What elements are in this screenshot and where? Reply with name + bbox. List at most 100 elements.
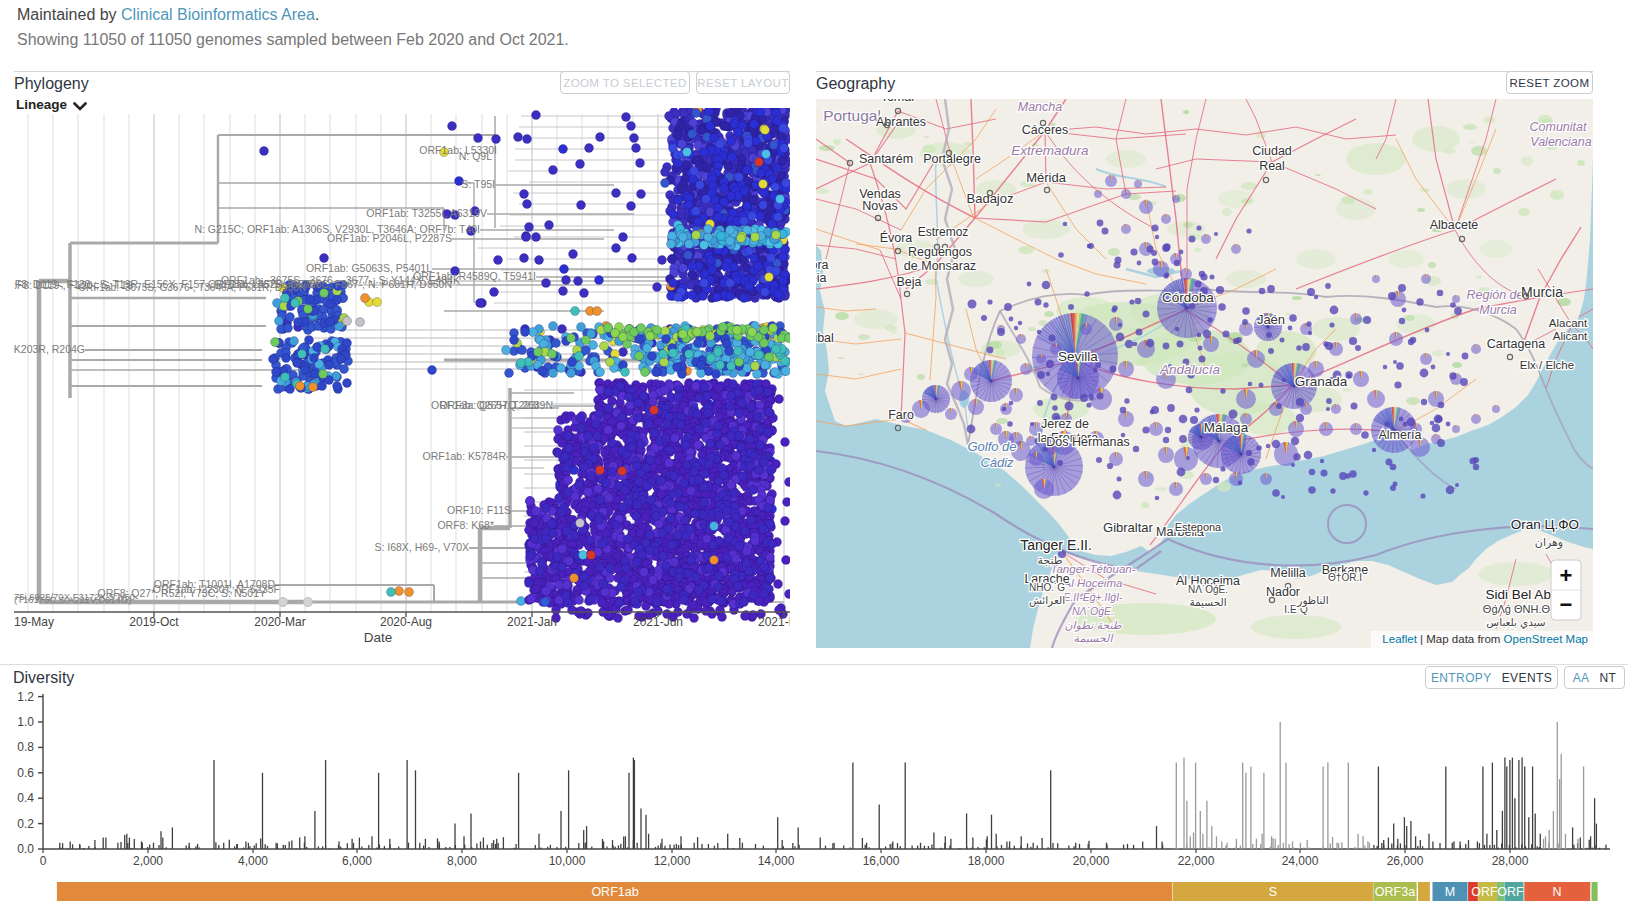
svg-text:Extremadura: Extremadura <box>1011 143 1089 158</box>
svg-text:Cádiz: Cádiz <box>980 455 1014 470</box>
svg-text:28,000: 28,000 <box>1492 854 1529 868</box>
svg-text:0.4: 0.4 <box>17 791 34 805</box>
svg-text:الحسيمة: الحسيمة <box>1074 632 1115 644</box>
svg-text:Murcia: Murcia <box>1479 303 1517 317</box>
svg-text:Córdoba: Córdoba <box>1162 290 1214 305</box>
svg-text:2020-Mar: 2020-Mar <box>254 615 305 629</box>
svg-text:ORF1ab: K5784R: ORF1ab: K5784R <box>423 450 507 462</box>
svg-text:Tanger Ε.ΙΙ.: Tanger Ε.ΙΙ. <box>1020 537 1092 553</box>
svg-text:Portalegre: Portalegre <box>923 152 981 166</box>
svg-text:1.0: 1.0 <box>17 715 34 729</box>
svg-text:الناظور: الناظور <box>1296 594 1328 607</box>
svg-text:Leaflet | Map data from OpenSt: Leaflet | Map data from OpenStreet Map <box>1382 633 1588 645</box>
svg-text:Θ†ΟR.Ι: Θ†ΟR.Ι <box>1328 572 1362 583</box>
svg-text:4,000: 4,000 <box>238 854 268 868</box>
svg-text:ubal: ubal <box>816 331 834 345</box>
svg-text:2020-Aug: 2020-Aug <box>380 615 432 629</box>
svg-text:Almería: Almería <box>1378 428 1421 442</box>
svg-text:Ciudad: Ciudad <box>1252 144 1292 158</box>
svg-text:Estremoz: Estremoz <box>918 225 969 239</box>
svg-text:Abrantes: Abrantes <box>876 115 926 129</box>
svg-text:Beja: Beja <box>896 275 921 289</box>
svg-text:Mancha: Mancha <box>1018 100 1063 114</box>
svg-text:S: I68X, H69-, V70X: S: I68X, H69-, V70X <box>374 541 469 553</box>
svg-text:Cartagena: Cartagena <box>1487 337 1545 351</box>
svg-text:0.8: 0.8 <box>17 740 34 754</box>
svg-text:Mérida: Mérida <box>1026 170 1067 185</box>
svg-text:2021-Jun: 2021-Jun <box>633 615 683 629</box>
svg-text:Real: Real <box>1259 159 1285 173</box>
svg-text:Comunitat: Comunitat <box>1530 120 1587 134</box>
svg-text:Dos Hermanas: Dos Hermanas <box>1046 435 1129 449</box>
svg-text:Badajoz: Badajoz <box>967 191 1014 206</box>
svg-text:Melilla: Melilla <box>1270 566 1305 580</box>
svg-text:ORF1ab: -3675S, G3676-, T3646A: ORF1ab: -3675S, G3676-, T3646A, P681R, D… <box>78 282 306 293</box>
svg-text:ΝΛ˙ΟǵΕ.: ΝΛ˙ΟǵΕ. <box>1072 605 1114 617</box>
svg-text:Valenciana: Valenciana <box>1530 135 1591 149</box>
svg-text:Faro: Faro <box>888 408 914 422</box>
svg-text:2021-Jan: 2021-Jan <box>507 615 557 629</box>
svg-text:طنجة: طنجة <box>1037 554 1062 566</box>
svg-text:S: T95I: S: T95I <box>461 178 495 190</box>
svg-text:0.2: 0.2 <box>17 817 34 831</box>
svg-text:24,000: 24,000 <box>1282 854 1319 868</box>
svg-text:Ε.ΙΙ-Εǵ+.ΙΙǵΙ-: Ε.ΙΙ-Εǵ+.ΙΙǵΙ- <box>1063 591 1123 603</box>
svg-text:nora: nora <box>816 258 829 272</box>
svg-text:Nador: Nador <box>1266 585 1300 599</box>
svg-text:12,000: 12,000 <box>654 854 691 868</box>
svg-text:16,000: 16,000 <box>863 854 900 868</box>
svg-text:2,000: 2,000 <box>133 854 163 868</box>
svg-text:ORF3a: ORF3a <box>1375 885 1415 899</box>
svg-text:Alicant: Alicant <box>1553 330 1588 342</box>
svg-text:Jaén: Jaén <box>1257 312 1285 327</box>
svg-text:Estepona: Estepona <box>1175 521 1222 533</box>
svg-text:Jerez de: Jerez de <box>1041 417 1089 431</box>
svg-text:Santarém: Santarém <box>859 152 913 166</box>
svg-text:de Monsaraz: de Monsaraz <box>904 259 976 273</box>
svg-text:+: + <box>1560 563 1573 588</box>
svg-text:18,000: 18,000 <box>968 854 1005 868</box>
svg-text:Granada: Granada <box>1295 374 1348 389</box>
svg-text:Gibraltar: Gibraltar <box>1103 520 1154 535</box>
svg-text:0: 0 <box>40 854 47 868</box>
svg-text:Región de: Región de <box>1467 288 1524 302</box>
svg-text:6,000: 6,000 <box>342 854 372 868</box>
svg-text:2019-Oct: 2019-Oct <box>129 615 179 629</box>
svg-text:22,000: 22,000 <box>1178 854 1215 868</box>
svg-text:19-May: 19-May <box>14 615 54 629</box>
svg-text:طنجة تطوان: طنجة تطوان <box>1064 619 1121 632</box>
svg-text:M: M <box>1445 885 1455 899</box>
svg-text:ΝΛ˙ΟǵΕ.: ΝΛ˙ΟǵΕ. <box>1188 584 1228 595</box>
svg-text:Al Hoceima: Al Hoceima <box>1063 577 1123 589</box>
svg-text:Tomar: Tomar <box>881 99 916 104</box>
svg-text:سيدي بلعباس: سيدي بلعباس <box>1486 616 1545 629</box>
svg-text:Portugal: Portugal <box>823 107 881 124</box>
svg-text:ΘǵΛǵ ΘΝΗ.Θ.: ΘǵΛǵ ΘΝΗ.Θ. <box>1483 603 1553 615</box>
svg-text:ORF1ab: P2046L, P2287S: ORF1ab: P2046L, P2287S <box>327 232 452 244</box>
svg-text:S: S <box>1269 885 1277 899</box>
svg-text:Albacete: Albacete <box>1430 218 1479 232</box>
svg-text:Sidi Bel Abb: Sidi Bel Abb <box>1486 587 1559 602</box>
svg-text:Évora: Évora <box>880 230 913 245</box>
svg-text:14,000: 14,000 <box>758 854 795 868</box>
svg-text:26,000: 26,000 <box>1387 854 1424 868</box>
svg-text:N: Q9L: N: Q9L <box>459 150 492 162</box>
svg-text:20,000: 20,000 <box>1073 854 1110 868</box>
svg-text:8,000: 8,000 <box>447 854 477 868</box>
svg-text:0.6: 0.6 <box>17 766 34 780</box>
svg-text:: K203R, R204G: : K203R, R204G <box>14 343 85 355</box>
svg-text:(T16176C,S:A222V,D614G): (T16176C,S:A222V,D614G) <box>14 594 131 605</box>
svg-text:Date: Date <box>364 630 393 645</box>
svg-text:Sevilla: Sevilla <box>1058 349 1098 364</box>
svg-text:وهران: وهران <box>1535 536 1563 549</box>
svg-text:N: N <box>1552 885 1561 899</box>
svg-text:Elx / Elche: Elx / Elche <box>1520 359 1574 371</box>
svg-text:ΝΗΟ.˙G: ΝΗΟ.˙G <box>1029 582 1065 593</box>
svg-text:ORF1ab: ORF1ab <box>591 885 638 899</box>
svg-text:10,000: 10,000 <box>549 854 586 868</box>
svg-text:الحسيمة: الحسيمة <box>1189 596 1226 608</box>
svg-text:Oran Ц.ФО: Oran Ц.ФО <box>1511 517 1579 532</box>
svg-text:العرائش: العرائش <box>1029 594 1065 607</box>
svg-text:reia: reia <box>816 271 826 285</box>
svg-text:ORF3a: Q57H, T223I: ORF3a: Q57H, T223I <box>439 399 539 411</box>
